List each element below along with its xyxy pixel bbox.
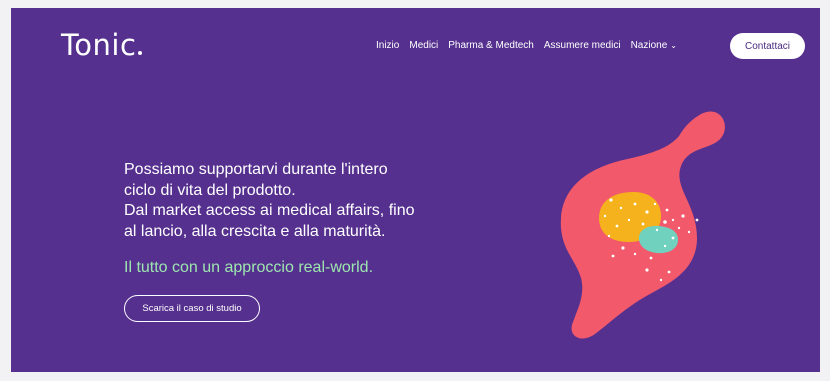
page-frame: Tonic Inizio Medici Pharma & Medtech Ass…	[11, 8, 820, 372]
nav-item-inizio[interactable]: Inizio	[376, 40, 399, 51]
hero-line-1: Possiamo supportarvi durante l'intero	[124, 161, 388, 178]
stomach-illustration-icon	[560, 111, 725, 339]
download-case-study-button[interactable]: Scarica il caso di studio	[124, 295, 260, 322]
hero-tagline: Il tutto con un approccio real-world.	[124, 259, 374, 276]
hero-line-2: ciclo di vita del prodotto.	[124, 181, 296, 199]
nav-item-pharma-medtech[interactable]: Pharma & Medtech	[448, 40, 534, 51]
nav-item-nazione-label: Nazione	[630, 40, 668, 51]
hero-description: Possiamo supportarvi durante l'intero ci…	[124, 160, 464, 242]
nav-item-medici[interactable]: Medici	[409, 40, 438, 51]
contact-button[interactable]: Contattaci	[730, 33, 805, 59]
chevron-down-icon: ⌄	[670, 41, 677, 50]
logo-text: Tonic	[61, 28, 137, 62]
nav-item-assumere-medici[interactable]: Assumere medici	[544, 40, 621, 51]
logo-dot	[138, 51, 143, 55]
main-nav: Inizio Medici Pharma & Medtech Assumere …	[376, 40, 677, 51]
hero-line-3: Dal market access ai medical affairs, fi…	[124, 202, 415, 219]
nav-item-nazione[interactable]: Nazione ⌄	[631, 40, 677, 51]
hero-line-4: al lancio, alla crescita e alla maturità…	[124, 222, 386, 240]
tonic-logo[interactable]: Tonic	[61, 28, 143, 62]
